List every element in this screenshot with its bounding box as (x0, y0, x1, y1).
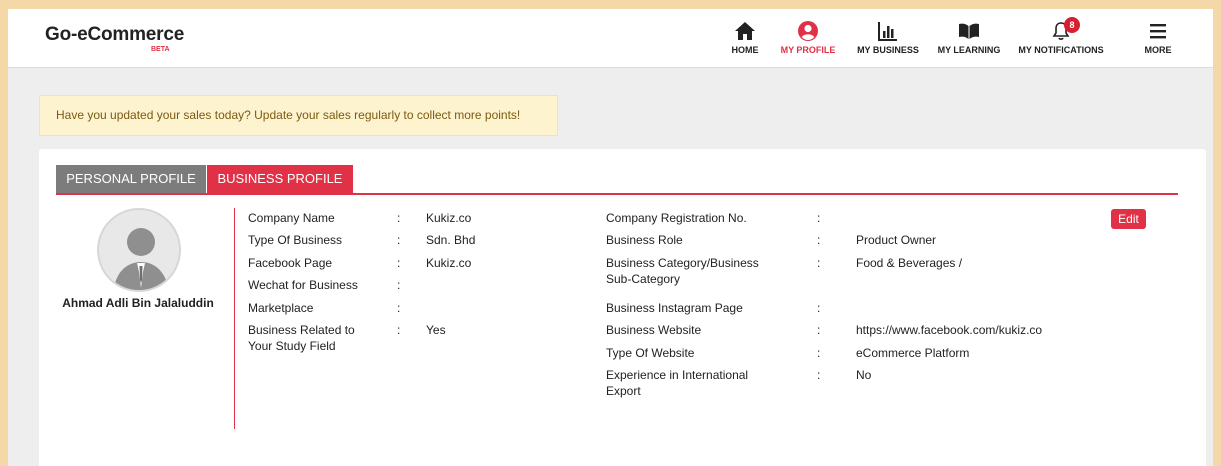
nav-more[interactable]: MORE (1138, 20, 1178, 60)
field-colon: : (817, 256, 821, 270)
brand-logo[interactable]: Go-eCommerce (45, 24, 184, 46)
beta-badge: BETA (151, 46, 170, 53)
field-colon: : (817, 233, 821, 247)
field-colon: : (817, 368, 821, 382)
tab-personal-profile[interactable]: PERSONAL PROFILE (56, 165, 206, 193)
field-colon: : (397, 278, 401, 292)
field-colon: : (397, 323, 401, 337)
open-book-icon (959, 23, 979, 39)
nav-my-profile[interactable]: MY PROFILE (778, 20, 838, 60)
field-value: Product Owner (856, 233, 937, 247)
field-colon: : (817, 301, 821, 315)
field-label: Business Website (606, 323, 702, 337)
field-colon: : (397, 301, 401, 315)
field-label: Business Category/Business Sub-Category (606, 256, 759, 286)
section-divider (234, 208, 235, 429)
top-navbar: Go-eCommerce BETA HOME MY PROFILE MY BUS… (8, 9, 1213, 68)
user-circle-icon (798, 21, 818, 41)
field-label: Company Registration No. (606, 211, 747, 225)
nav-my-notifications[interactable]: 8 MY NOTIFICATIONS (1018, 17, 1104, 60)
field-label: Facebook Page (248, 256, 333, 270)
field-label: Type Of Business (248, 233, 343, 247)
nav-my-business-label: MY BUSINESS (857, 45, 919, 55)
hamburger-menu-icon (1150, 24, 1166, 39)
field-colon: : (397, 211, 401, 225)
field-label: Business Related to Your Study Field (248, 323, 355, 353)
nav-my-business[interactable]: MY BUSINESS (856, 20, 920, 60)
field-label: Business Role (606, 233, 683, 247)
field-colon: : (817, 346, 821, 360)
field-label: Type Of Website (606, 346, 695, 360)
field-value: Sdn. Bhd (426, 233, 476, 247)
field-label: Wechat for Business (248, 278, 358, 292)
field-value: Food & Beverages / (856, 256, 963, 270)
nav-home-label: HOME (731, 45, 759, 55)
field-value: Yes (426, 323, 446, 337)
sales-reminder-alert: Have you updated your sales today? Updat… (39, 95, 558, 136)
field-value: Kukiz.co (426, 256, 472, 270)
nav-home[interactable]: HOME (728, 20, 762, 60)
nav-my-learning[interactable]: MY LEARNING (936, 20, 1002, 60)
bar-chart-icon (878, 22, 897, 41)
field-colon: : (397, 233, 401, 247)
field-value: Kukiz.co (426, 211, 472, 225)
nav-my-learning-label: MY LEARNING (937, 45, 1001, 55)
field-value: No (856, 368, 872, 382)
avatar (97, 208, 181, 292)
profile-card: PERSONAL PROFILE BUSINESS PROFILE Ahmad … (39, 149, 1206, 466)
home-icon (735, 22, 755, 40)
field-colon: : (817, 211, 821, 225)
user-silhouette-icon (113, 228, 169, 290)
field-label: Experience in International Export (606, 368, 749, 398)
field-label: Marketplace (248, 301, 314, 315)
edit-button[interactable]: Edit (1111, 209, 1146, 229)
field-label: Company Name (248, 211, 335, 225)
nav-my-profile-label: MY PROFILE (780, 45, 836, 55)
field-colon: : (397, 256, 401, 270)
nav-my-notifications-label: MY NOTIFICATIONS (1018, 45, 1104, 55)
nav-more-label: MORE (1144, 45, 1172, 55)
user-full-name: Ahmad Adli Bin Jalaluddin (62, 296, 214, 310)
field-colon: : (817, 323, 821, 337)
notifications-count-badge: 8 (1064, 17, 1080, 33)
profile-tabs: PERSONAL PROFILE BUSINESS PROFILE (56, 165, 1178, 195)
field-value: eCommerce Platform (856, 346, 970, 360)
app-frame: Go-eCommerce BETA HOME MY PROFILE MY BUS… (8, 9, 1213, 466)
tab-business-profile[interactable]: BUSINESS PROFILE (207, 165, 353, 193)
field-label: Business Instagram Page (606, 301, 743, 315)
field-value: https://www.facebook.com/kukiz.co (856, 323, 1043, 337)
